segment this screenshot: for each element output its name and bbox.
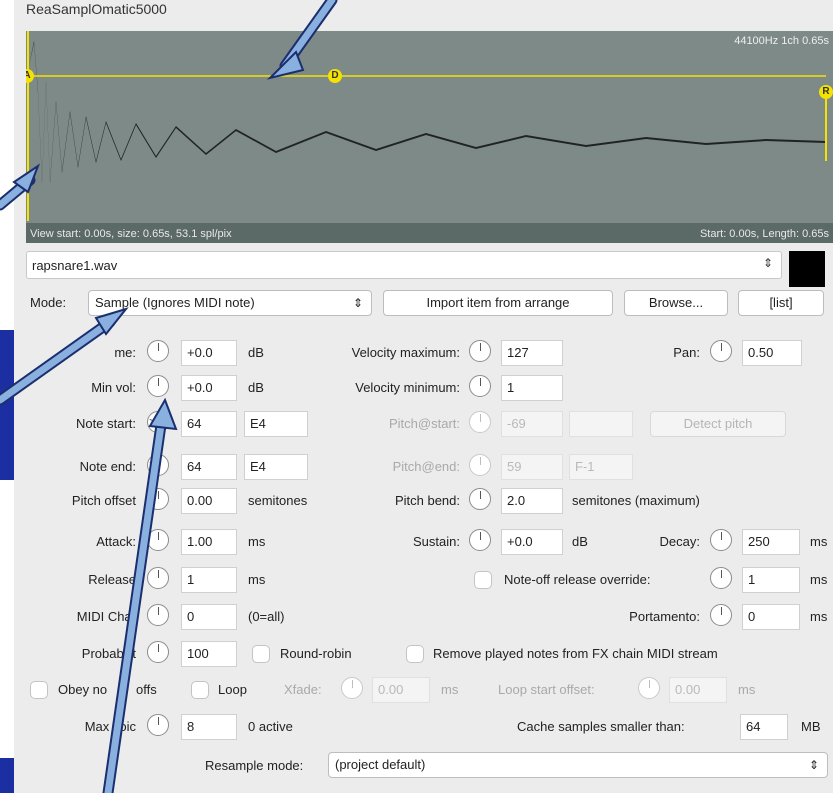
annotation-arrows <box>0 0 338 793</box>
